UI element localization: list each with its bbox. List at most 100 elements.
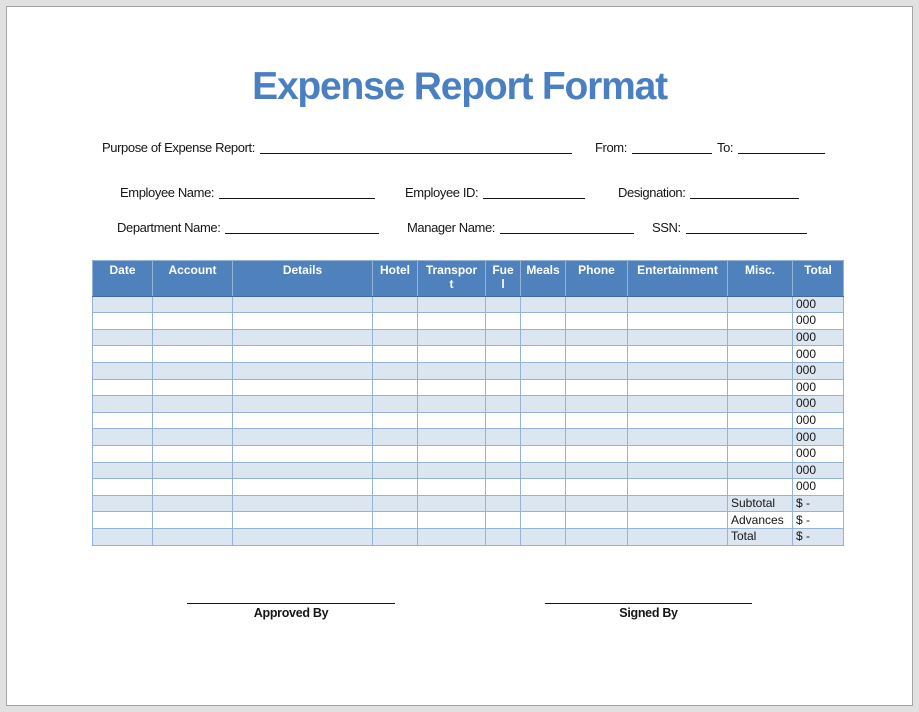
expense-cell[interactable] xyxy=(418,462,486,479)
row-total-cell[interactable]: 000 xyxy=(793,479,844,496)
expense-cell[interactable] xyxy=(521,396,566,413)
expense-cell[interactable] xyxy=(628,329,728,346)
department-name-blank-line[interactable] xyxy=(225,221,379,234)
expense-cell[interactable] xyxy=(521,412,566,429)
expense-cell[interactable] xyxy=(153,412,233,429)
expense-cell[interactable] xyxy=(486,379,521,396)
row-total-cell[interactable]: 000 xyxy=(793,362,844,379)
expense-cell[interactable] xyxy=(418,495,486,512)
expense-cell[interactable] xyxy=(566,412,628,429)
expense-cell[interactable] xyxy=(728,412,793,429)
expense-cell[interactable] xyxy=(628,412,728,429)
expense-cell[interactable] xyxy=(728,479,793,496)
row-total-cell[interactable]: 000 xyxy=(793,313,844,330)
expense-cell[interactable] xyxy=(233,362,373,379)
expense-cell[interactable] xyxy=(566,329,628,346)
expense-cell[interactable] xyxy=(233,528,373,545)
expense-cell[interactable] xyxy=(521,462,566,479)
expense-cell[interactable] xyxy=(728,462,793,479)
expense-cell[interactable] xyxy=(153,479,233,496)
expense-cell[interactable] xyxy=(373,512,418,529)
expense-cell[interactable] xyxy=(93,329,153,346)
expense-cell[interactable] xyxy=(566,445,628,462)
expense-cell[interactable] xyxy=(521,479,566,496)
expense-cell[interactable] xyxy=(373,429,418,446)
row-total-cell[interactable]: 000 xyxy=(793,296,844,313)
expense-cell[interactable] xyxy=(486,346,521,363)
expense-cell[interactable] xyxy=(93,528,153,545)
expense-cell[interactable] xyxy=(233,495,373,512)
expense-cell[interactable] xyxy=(153,396,233,413)
row-total-cell[interactable]: 000 xyxy=(793,396,844,413)
expense-cell[interactable] xyxy=(486,329,521,346)
row-total-cell[interactable]: 000 xyxy=(793,379,844,396)
expense-cell[interactable] xyxy=(566,296,628,313)
expense-cell[interactable] xyxy=(373,379,418,396)
expense-cell[interactable] xyxy=(628,495,728,512)
expense-cell[interactable] xyxy=(521,296,566,313)
expense-cell[interactable] xyxy=(418,379,486,396)
expense-cell[interactable] xyxy=(566,495,628,512)
expense-cell[interactable] xyxy=(418,412,486,429)
expense-cell[interactable] xyxy=(373,296,418,313)
expense-cell[interactable] xyxy=(233,396,373,413)
expense-cell[interactable] xyxy=(566,479,628,496)
employee-name-blank-line[interactable] xyxy=(219,186,375,199)
expense-cell[interactable] xyxy=(628,479,728,496)
expense-cell[interactable] xyxy=(373,362,418,379)
expense-cell[interactable] xyxy=(153,329,233,346)
expense-cell[interactable] xyxy=(373,313,418,330)
expense-cell[interactable] xyxy=(486,445,521,462)
expense-cell[interactable] xyxy=(566,346,628,363)
expense-cell[interactable] xyxy=(521,445,566,462)
row-total-cell[interactable]: 000 xyxy=(793,462,844,479)
expense-cell[interactable] xyxy=(728,379,793,396)
expense-cell[interactable] xyxy=(728,346,793,363)
expense-cell[interactable] xyxy=(628,445,728,462)
expense-cell[interactable] xyxy=(521,528,566,545)
expense-cell[interactable] xyxy=(566,362,628,379)
purpose-blank-line[interactable] xyxy=(260,141,572,154)
expense-cell[interactable] xyxy=(418,479,486,496)
expense-cell[interactable] xyxy=(233,445,373,462)
expense-cell[interactable] xyxy=(153,512,233,529)
designation-blank-line[interactable] xyxy=(690,186,799,199)
expense-cell[interactable] xyxy=(373,445,418,462)
expense-cell[interactable] xyxy=(728,429,793,446)
expense-cell[interactable] xyxy=(628,346,728,363)
expense-cell[interactable] xyxy=(418,362,486,379)
expense-cell[interactable] xyxy=(373,412,418,429)
expense-cell[interactable] xyxy=(486,429,521,446)
expense-cell[interactable] xyxy=(521,379,566,396)
expense-cell[interactable] xyxy=(521,346,566,363)
expense-cell[interactable] xyxy=(486,313,521,330)
expense-cell[interactable] xyxy=(153,362,233,379)
row-total-cell[interactable]: 000 xyxy=(793,429,844,446)
expense-cell[interactable] xyxy=(93,495,153,512)
expense-cell[interactable] xyxy=(233,462,373,479)
expense-cell[interactable] xyxy=(373,346,418,363)
expense-cell[interactable] xyxy=(233,512,373,529)
expense-cell[interactable] xyxy=(486,412,521,429)
expense-cell[interactable] xyxy=(566,512,628,529)
expense-cell[interactable] xyxy=(233,313,373,330)
expense-cell[interactable] xyxy=(521,362,566,379)
expense-cell[interactable] xyxy=(418,329,486,346)
expense-cell[interactable] xyxy=(93,362,153,379)
expense-cell[interactable] xyxy=(153,462,233,479)
expense-cell[interactable] xyxy=(728,396,793,413)
expense-cell[interactable] xyxy=(233,429,373,446)
expense-cell[interactable] xyxy=(486,512,521,529)
expense-cell[interactable] xyxy=(93,346,153,363)
expense-cell[interactable] xyxy=(418,313,486,330)
expense-cell[interactable] xyxy=(93,296,153,313)
expense-cell[interactable] xyxy=(153,445,233,462)
expense-cell[interactable] xyxy=(153,379,233,396)
expense-cell[interactable] xyxy=(728,296,793,313)
expense-cell[interactable] xyxy=(373,329,418,346)
expense-cell[interactable] xyxy=(566,396,628,413)
to-blank-line[interactable] xyxy=(738,141,825,154)
expense-cell[interactable] xyxy=(418,346,486,363)
employee-id-blank-line[interactable] xyxy=(483,186,585,199)
expense-cell[interactable] xyxy=(93,462,153,479)
